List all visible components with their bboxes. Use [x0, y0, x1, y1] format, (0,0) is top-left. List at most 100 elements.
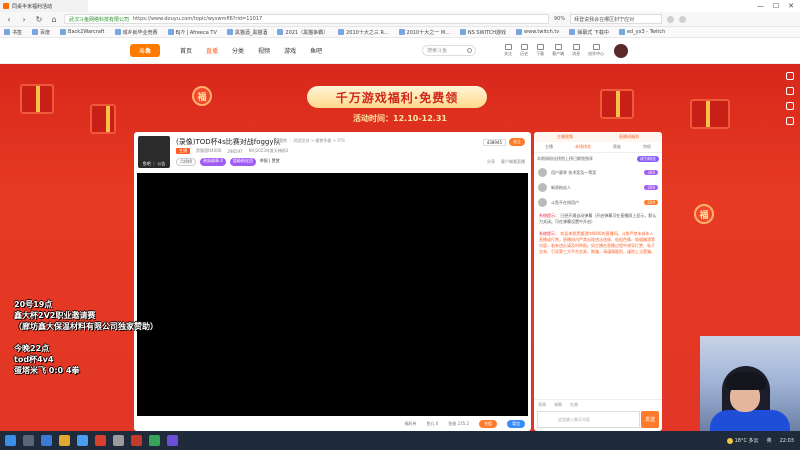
bookmark-icon	[32, 29, 39, 35]
nav-item[interactable]: 游戏	[284, 46, 296, 55]
chat-input[interactable]: 这里输入聊天内容	[537, 411, 640, 428]
chat-header-video[interactable]: 主播视频	[557, 134, 573, 140]
fan-badge[interactable]: 贵族勋章 4	[200, 158, 226, 166]
close-button[interactable]: ✕	[788, 2, 794, 10]
search-icon[interactable]	[467, 48, 473, 53]
user-tool[interactable]: 客户端	[552, 44, 564, 57]
url-field[interactable]: 武汉斗鱼网络科技有限公司 https://www.douyu.com/topic…	[64, 14, 549, 24]
bookmark-item[interactable]: BJ가 | Afreeca TV	[167, 29, 217, 36]
app-icon[interactable]	[167, 435, 178, 446]
tab-privilege[interactable]: 特权	[643, 144, 651, 150]
user-tool[interactable]: 消息	[572, 44, 580, 57]
bookmark-icon	[226, 29, 233, 35]
recharge-button[interactable]: 充值	[479, 420, 497, 428]
tab-noble[interactable]: 贵族	[613, 144, 621, 150]
video-player[interactable]	[137, 173, 528, 416]
user-tool[interactable]: 关注	[504, 44, 512, 57]
nav-item[interactable]: 直播	[206, 46, 218, 55]
danmu-button[interactable]: 弹幕	[554, 402, 562, 408]
super-fan-badge[interactable]: 超级粉丝团	[229, 158, 256, 166]
user-avatar[interactable]	[614, 43, 629, 58]
fans-count: 298597	[227, 148, 243, 154]
coupon-link[interactable]: 福利券	[404, 421, 416, 427]
overlay-line: 蛋塔米飞 0:0 4拳	[14, 366, 80, 375]
anchor-name[interactable]: 黑猫酒tt4000	[196, 148, 221, 154]
extension-icon[interactable]	[667, 15, 675, 23]
back-icon[interactable]: ‹	[4, 15, 14, 24]
rank-row[interactable]: 新晋粉丝人 200	[534, 180, 662, 195]
live-player-card: 鱼吧 ｜ 公告 (录像)TOD杯4s比赛对战foggy队 魔兽 ｜ 网游竞技 >…	[134, 132, 531, 431]
douyu-logo[interactable]: 斗鱼	[130, 44, 160, 57]
nav-item[interactable]: 鱼吧	[310, 46, 322, 55]
rank-row[interactable]: 斗鱼不在线用户 200	[534, 195, 662, 210]
follow-button[interactable]: 关注	[509, 138, 525, 146]
weather-widget[interactable]: 18°C 多云	[726, 437, 759, 444]
user-tool[interactable]: 下载	[536, 44, 544, 57]
maximize-button[interactable]: ☐	[773, 2, 779, 10]
report-link[interactable]: 举报 | 赞赏	[260, 158, 280, 166]
app-icon[interactable]	[131, 435, 142, 446]
search-icon[interactable]	[23, 435, 34, 446]
chat-header-welfare[interactable]: 直播间福利	[619, 134, 639, 140]
input-language[interactable]: 英	[767, 437, 772, 444]
share-button[interactable]: 分享	[487, 159, 495, 165]
minimize-button[interactable]: —	[757, 2, 764, 10]
gift-box-decoration	[90, 104, 116, 134]
phone-icon[interactable]	[786, 117, 794, 125]
bookmark-item[interactable]: 2010十大之一 M...	[398, 29, 450, 36]
feedback-icon[interactable]	[786, 102, 794, 110]
browser-icon[interactable]	[77, 435, 88, 446]
nav-item[interactable]: 视频	[258, 46, 270, 55]
nav-item[interactable]: 分类	[232, 46, 244, 55]
tab-ranking[interactable]: 本场排名	[575, 144, 591, 150]
refresh-icon[interactable]: ↻	[34, 15, 44, 24]
rank-row[interactable]: 用户赛季 技术奖及一等奖 300	[534, 165, 662, 180]
home-icon[interactable]: ⌂	[49, 15, 59, 24]
bookmark-item[interactable]: Back2Warcraft	[60, 29, 105, 35]
download-icon[interactable]	[786, 87, 794, 95]
bookmark-item[interactable]: 书签	[4, 29, 22, 36]
backpack-button[interactable]: 背包	[507, 420, 525, 428]
edge-icon[interactable]	[41, 435, 52, 446]
gift-button[interactable]: 礼物	[570, 402, 578, 408]
bookmark-item[interactable]: NS SWITCH游戏	[459, 29, 506, 36]
bookmark-item[interactable]: ed_yx3 - Twitch	[618, 29, 665, 35]
app-icon[interactable]	[95, 435, 106, 446]
room-category[interactable]: 魔兽 ｜ 网游竞技 > 魔兽争霸 > RTS	[279, 138, 345, 144]
bookmark-item[interactable]: 2010十大之三 R...	[338, 29, 389, 36]
site-search-input[interactable]: 搜索斗鱼	[422, 45, 477, 56]
bookmark-item[interactable]: www.twitch.tv	[516, 29, 559, 35]
clock[interactable]: 22:03	[780, 438, 794, 444]
become-fan-button[interactable]: 成为粉丝	[637, 156, 659, 162]
app-icon[interactable]	[149, 435, 160, 446]
client-link[interactable]: 客户端看直播	[501, 159, 525, 165]
rank-tag[interactable]: 月榜榜	[176, 158, 196, 166]
menu-icon[interactable]	[679, 15, 687, 23]
browser-search-input[interactable]: 拜登说我会在哪区封宁应对	[570, 14, 663, 24]
forward-icon[interactable]: ›	[19, 15, 29, 24]
app-icon[interactable]	[113, 435, 124, 446]
windows-start-icon[interactable]	[5, 435, 16, 446]
browser-search-text: 拜登说我会在哪区封宁应对	[574, 16, 635, 23]
bookmark-item[interactable]: 2021（黑猫争霸）	[277, 29, 328, 36]
address-bar-tools: 90% 拜登说我会在哪区封宁应对	[554, 14, 687, 24]
tab-title: 同桌半米福利活动	[12, 3, 53, 10]
bookmark-item[interactable]: 百度	[32, 29, 50, 36]
share-icon[interactable]	[786, 72, 794, 80]
overlay-line: 今晚22点	[14, 344, 50, 353]
anchor-avatar[interactable]: 鱼吧 ｜ 公告	[138, 136, 170, 168]
folder-icon[interactable]	[59, 435, 70, 446]
nav-item[interactable]: 首页	[180, 46, 192, 55]
bookmark-item[interactable]: 黑猫酒_黑猫酒	[226, 29, 267, 36]
zoom-level[interactable]: 90%	[554, 16, 565, 22]
emoji-button[interactable]: 表情	[538, 402, 546, 408]
user-tool[interactable]: 历史	[520, 44, 528, 57]
bookmark-item[interactable]: 城乡就毕业竞赛	[114, 29, 158, 36]
banner-title: 千万游戏福利·免费领	[307, 86, 487, 108]
send-button[interactable]: 发送	[641, 411, 659, 428]
tab-anchor[interactable]: 主播	[545, 144, 553, 150]
user-tool[interactable]: 创作中心	[588, 44, 604, 57]
bookmark-item[interactable]: 弹幕式 下载中	[569, 29, 609, 36]
coin-decoration: 福	[694, 204, 714, 224]
browser-tab[interactable]: 同桌半米福利活动	[0, 0, 88, 12]
